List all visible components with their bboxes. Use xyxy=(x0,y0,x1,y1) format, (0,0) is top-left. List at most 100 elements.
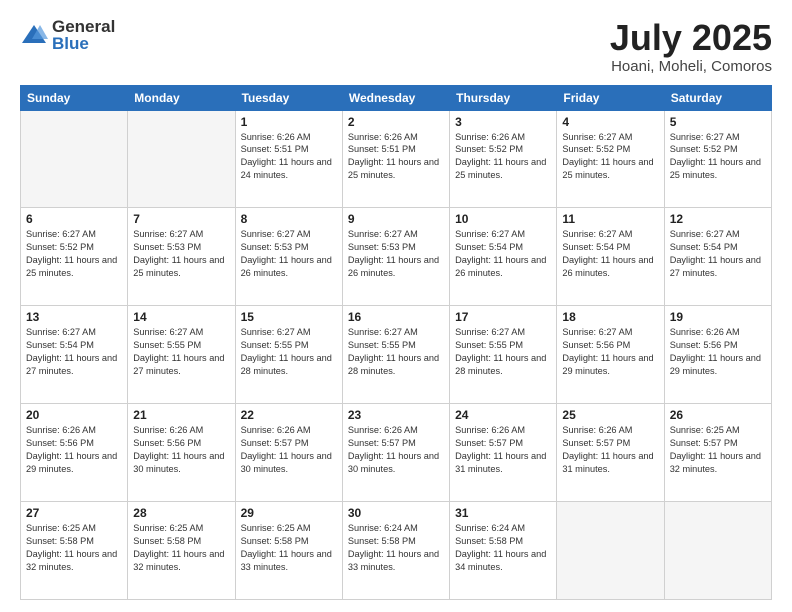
calendar-cell: 11Sunrise: 6:27 AM Sunset: 5:54 PM Dayli… xyxy=(557,208,664,306)
calendar-header-sunday: Sunday xyxy=(21,85,128,110)
calendar-cell: 23 Sunrise: 6:26 AM Sunset: 5:57 PM Dayli… xyxy=(342,404,449,502)
day-number: 3 xyxy=(455,115,551,129)
day-number: 9 xyxy=(348,212,444,226)
day-detail: Sunrise: 6:27 AM Sunset: 5:52 PM Dayligh… xyxy=(670,131,766,183)
day-detail: Sunrise: 6:27 AM Sunset: 5:54 PM Dayligh… xyxy=(562,228,658,280)
day-detail: Sunrise: 6:26 AM Sunset: 5:51 PM Dayligh… xyxy=(241,131,337,183)
calendar-cell: 15 Sunrise: 6:27 AM Sunset: 5:55 PM Dayli… xyxy=(235,306,342,404)
day-detail: Sunrise: 6:24 AM Sunset: 5:58 PM Dayligh… xyxy=(455,522,551,574)
day-detail: Sunrise: 6:27 AM Sunset: 5:54 PM Dayligh… xyxy=(26,326,122,378)
day-number: 14 xyxy=(133,310,229,324)
day-number: 12 xyxy=(670,212,766,226)
day-number: 31 xyxy=(455,506,551,520)
day-number: 19 xyxy=(670,310,766,324)
day-detail: Sunrise: 6:27 AM Sunset: 5:55 PM Dayligh… xyxy=(348,326,444,378)
calendar-cell: 14 Sunrise: 6:27 AM Sunset: 5:55 PM Dayli… xyxy=(128,306,235,404)
calendar-cell: 9Sunrise: 6:27 AM Sunset: 5:53 PM Daylig… xyxy=(342,208,449,306)
day-number: 25 xyxy=(562,408,658,422)
calendar-cell: 7Sunrise: 6:27 AM Sunset: 5:53 PM Daylig… xyxy=(128,208,235,306)
day-detail: Sunrise: 6:27 AM Sunset: 5:56 PM Dayligh… xyxy=(562,326,658,378)
title-location: Hoani, Moheli, Comoros xyxy=(610,58,772,75)
calendar-table: SundayMondayTuesdayWednesdayThursdayFrid… xyxy=(20,85,772,600)
logo-general-text: General xyxy=(52,18,115,35)
day-number: 13 xyxy=(26,310,122,324)
day-number: 5 xyxy=(670,115,766,129)
day-detail: Sunrise: 6:27 AM Sunset: 5:52 PM Dayligh… xyxy=(562,131,658,183)
day-detail: Sunrise: 6:25 AM Sunset: 5:58 PM Dayligh… xyxy=(133,522,229,574)
calendar-cell: 21 Sunrise: 6:26 AM Sunset: 5:56 PM Dayli… xyxy=(128,404,235,502)
day-detail: Sunrise: 6:27 AM Sunset: 5:54 PM Dayligh… xyxy=(455,228,551,280)
day-number: 30 xyxy=(348,506,444,520)
day-detail: Sunrise: 6:26 AM Sunset: 5:51 PM Dayligh… xyxy=(348,131,444,183)
calendar-cell: 30 Sunrise: 6:24 AM Sunset: 5:58 PM Dayli… xyxy=(342,502,449,600)
calendar-cell: 19 Sunrise: 6:26 AM Sunset: 5:56 PM Dayli… xyxy=(664,306,771,404)
day-detail: Sunrise: 6:27 AM Sunset: 5:54 PM Dayligh… xyxy=(670,228,766,280)
title-month: July 2025 xyxy=(610,18,772,58)
day-number: 29 xyxy=(241,506,337,520)
calendar-cell: 16 Sunrise: 6:27 AM Sunset: 5:55 PM Dayli… xyxy=(342,306,449,404)
day-number: 1 xyxy=(241,115,337,129)
calendar-cell: 5 Sunrise: 6:27 AM Sunset: 5:52 PM Daylig… xyxy=(664,110,771,208)
calendar-header-thursday: Thursday xyxy=(450,85,557,110)
day-detail: Sunrise: 6:25 AM Sunset: 5:58 PM Dayligh… xyxy=(26,522,122,574)
week-row-3: 13 Sunrise: 6:27 AM Sunset: 5:54 PM Dayli… xyxy=(21,306,772,404)
calendar-header-wednesday: Wednesday xyxy=(342,85,449,110)
calendar-cell: 4Sunrise: 6:27 AM Sunset: 5:52 PM Daylig… xyxy=(557,110,664,208)
day-detail: Sunrise: 6:26 AM Sunset: 5:57 PM Dayligh… xyxy=(455,424,551,476)
calendar-cell: 27 Sunrise: 6:25 AM Sunset: 5:58 PM Dayli… xyxy=(21,502,128,600)
day-number: 28 xyxy=(133,506,229,520)
calendar-cell: 28 Sunrise: 6:25 AM Sunset: 5:58 PM Dayli… xyxy=(128,502,235,600)
week-row-4: 20 Sunrise: 6:26 AM Sunset: 5:56 PM Dayli… xyxy=(21,404,772,502)
day-detail: Sunrise: 6:27 AM Sunset: 5:55 PM Dayligh… xyxy=(455,326,551,378)
title-block: July 2025 Hoani, Moheli, Comoros xyxy=(610,18,772,75)
day-number: 10 xyxy=(455,212,551,226)
day-detail: Sunrise: 6:27 AM Sunset: 5:55 PM Dayligh… xyxy=(133,326,229,378)
day-number: 16 xyxy=(348,310,444,324)
calendar-cell: 10 Sunrise: 6:27 AM Sunset: 5:54 PM Dayli… xyxy=(450,208,557,306)
header: General Blue July 2025 Hoani, Moheli, Co… xyxy=(20,18,772,75)
calendar-cell: 6Sunrise: 6:27 AM Sunset: 5:52 PM Daylig… xyxy=(21,208,128,306)
calendar-cell: 26Sunrise: 6:25 AM Sunset: 5:57 PM Dayli… xyxy=(664,404,771,502)
calendar-cell: 3Sunrise: 6:26 AM Sunset: 5:52 PM Daylig… xyxy=(450,110,557,208)
calendar-header-saturday: Saturday xyxy=(664,85,771,110)
day-number: 2 xyxy=(348,115,444,129)
day-detail: Sunrise: 6:26 AM Sunset: 5:56 PM Dayligh… xyxy=(26,424,122,476)
calendar-cell: 12 Sunrise: 6:27 AM Sunset: 5:54 PM Dayli… xyxy=(664,208,771,306)
day-number: 22 xyxy=(241,408,337,422)
day-number: 18 xyxy=(562,310,658,324)
day-number: 15 xyxy=(241,310,337,324)
calendar-cell: 24 Sunrise: 6:26 AM Sunset: 5:57 PM Dayli… xyxy=(450,404,557,502)
calendar-cell: 22 Sunrise: 6:26 AM Sunset: 5:57 PM Dayli… xyxy=(235,404,342,502)
day-number: 6 xyxy=(26,212,122,226)
calendar-cell xyxy=(128,110,235,208)
day-number: 24 xyxy=(455,408,551,422)
day-number: 20 xyxy=(26,408,122,422)
calendar-cell: 20 Sunrise: 6:26 AM Sunset: 5:56 PM Dayli… xyxy=(21,404,128,502)
day-detail: Sunrise: 6:26 AM Sunset: 5:56 PM Dayligh… xyxy=(133,424,229,476)
day-number: 23 xyxy=(348,408,444,422)
day-detail: Sunrise: 6:26 AM Sunset: 5:57 PM Dayligh… xyxy=(241,424,337,476)
day-detail: Sunrise: 6:26 AM Sunset: 5:56 PM Dayligh… xyxy=(670,326,766,378)
calendar-cell: 8Sunrise: 6:27 AM Sunset: 5:53 PM Daylig… xyxy=(235,208,342,306)
logo-icon xyxy=(20,21,48,49)
day-detail: Sunrise: 6:27 AM Sunset: 5:55 PM Dayligh… xyxy=(241,326,337,378)
calendar-cell: 2 Sunrise: 6:26 AM Sunset: 5:51 PM Daylig… xyxy=(342,110,449,208)
calendar-header-monday: Monday xyxy=(128,85,235,110)
day-number: 21 xyxy=(133,408,229,422)
calendar-cell xyxy=(21,110,128,208)
calendar-cell: 29Sunrise: 6:25 AM Sunset: 5:58 PM Dayli… xyxy=(235,502,342,600)
calendar-cell: 25 Sunrise: 6:26 AM Sunset: 5:57 PM Dayli… xyxy=(557,404,664,502)
logo-blue-text: Blue xyxy=(52,35,115,52)
day-detail: Sunrise: 6:26 AM Sunset: 5:57 PM Dayligh… xyxy=(348,424,444,476)
calendar-cell: 17Sunrise: 6:27 AM Sunset: 5:55 PM Dayli… xyxy=(450,306,557,404)
week-row-1: 1 Sunrise: 6:26 AM Sunset: 5:51 PM Daylig… xyxy=(21,110,772,208)
calendar-cell: 31 Sunrise: 6:24 AM Sunset: 5:58 PM Dayli… xyxy=(450,502,557,600)
day-detail: Sunrise: 6:26 AM Sunset: 5:57 PM Dayligh… xyxy=(562,424,658,476)
day-number: 7 xyxy=(133,212,229,226)
calendar-header-row: SundayMondayTuesdayWednesdayThursdayFrid… xyxy=(21,85,772,110)
week-row-5: 27 Sunrise: 6:25 AM Sunset: 5:58 PM Dayli… xyxy=(21,502,772,600)
day-detail: Sunrise: 6:24 AM Sunset: 5:58 PM Dayligh… xyxy=(348,522,444,574)
day-number: 27 xyxy=(26,506,122,520)
day-number: 26 xyxy=(670,408,766,422)
week-row-2: 6Sunrise: 6:27 AM Sunset: 5:52 PM Daylig… xyxy=(21,208,772,306)
